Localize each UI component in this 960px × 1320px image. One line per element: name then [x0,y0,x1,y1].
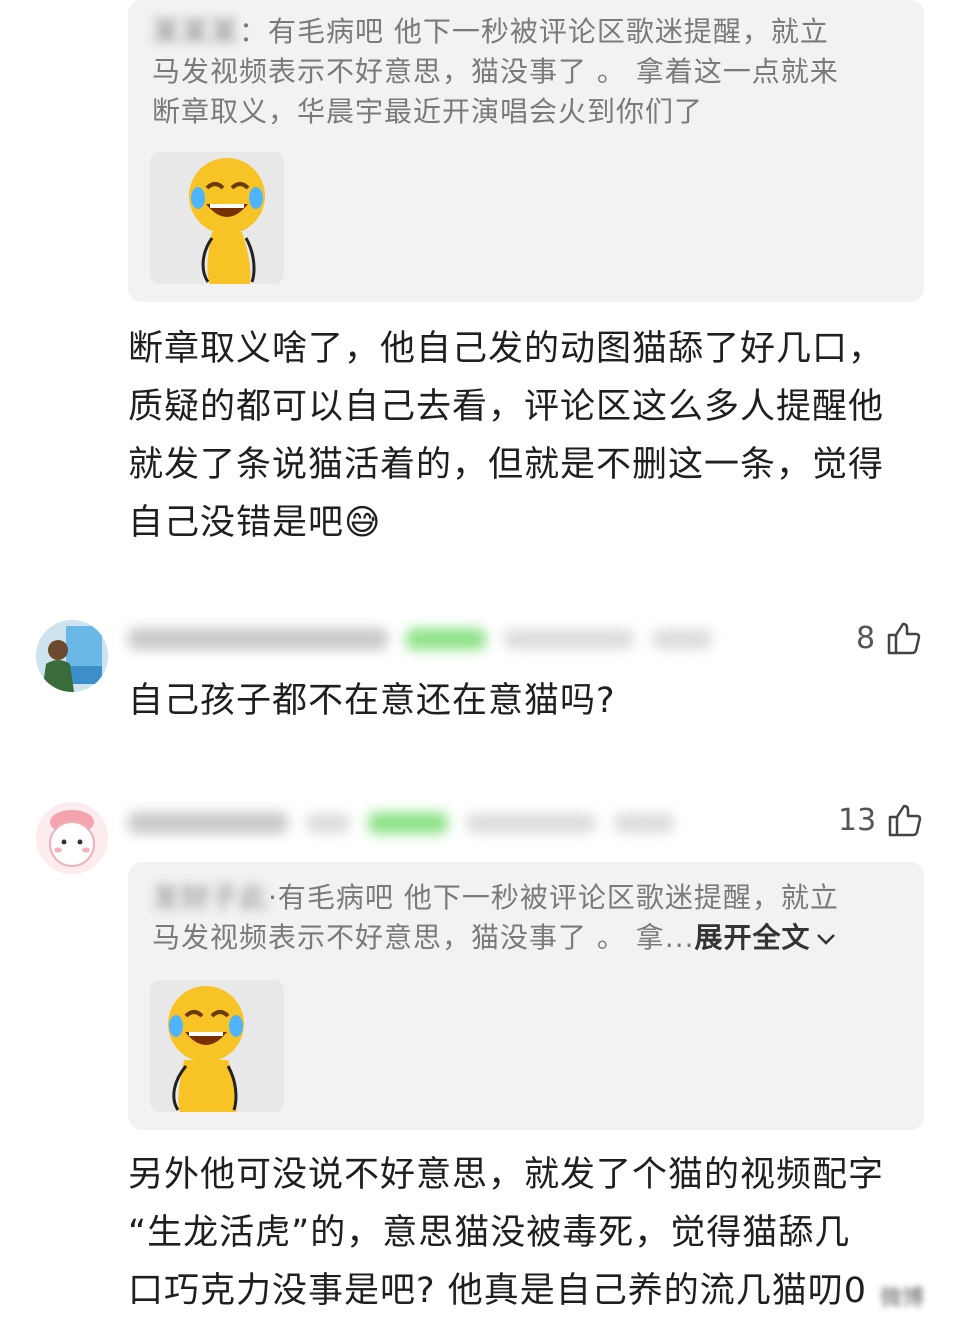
quote-text: 发财子此·有毛病吧 他下一秒被评论区歌迷提醒，就立 马发视频表示不好意思，猫没事… [152,881,839,954]
quote-text: 某某某：有毛病吧 他下一秒被评论区歌迷提醒，就立 马发视频表示不好意思，猫没事了… [152,12,912,132]
comment-line-1: 断章取义啥了，他自己发的动图猫舔了好几口， [128,329,885,369]
location [652,629,712,649]
like-button[interactable]: 8 [856,620,921,656]
quote-author: 发财子此 [152,881,269,914]
like-count: 13 [838,802,877,838]
laughing-tears-sticker-icon [168,986,244,1112]
user-badge [368,812,448,834]
chevron-down-icon [816,934,835,945]
like-button[interactable]: 13 [838,802,922,838]
laughing-tears-sticker-icon [189,158,265,284]
username-row[interactable] [128,812,674,834]
comment-body: 自己孩子都不在意还在意猫吗? [128,681,616,721]
quote-author: 某某某 [152,15,240,48]
avatar[interactable] [36,620,108,692]
thumbs-up-icon [887,622,921,655]
quote-box[interactable]: 发财子此·有毛病吧 他下一秒被评论区歌迷提醒，就立 马发视频表示不好意思，猫没事… [128,862,924,1130]
comment-line-4: 自己没错是吧 [128,503,345,543]
user-badge [406,628,486,650]
quote-line-1: 有毛病吧 他下一秒被评论区歌迷提醒，就立 [277,881,839,914]
quote-line-1: 有毛病吧 他下一秒被评论区歌迷提醒，就立 [268,15,829,48]
comment-line-1: 另外他可没说不好意思，就发了个猫的视频配字 [128,1155,885,1195]
comment-line-3: 就发了条说猫活着的，但就是不删这一条，觉得 [128,445,885,485]
quote-line-2: 马发视频表示不好意思，猫没事了 。 拿着这一点就来 [152,55,839,88]
comment-body: 断章取义啥了，他自己发的动图猫舔了好几口， 质疑的都可以自己去看，评论区这么多人… [128,320,928,552]
watermark: 微博 [880,1286,925,1311]
user-tag [306,813,350,833]
quote-line-2: 马发视频表示不好意思，猫没事了 。 拿... [152,921,695,954]
avatar-photo-icon [36,620,108,692]
comment-line-2: “生龙活虎”的，意思猫没被毒死，觉得猫舔几 [128,1213,851,1253]
thumbs-up-icon [888,804,922,837]
like-count: 8 [856,620,876,656]
username-row[interactable] [128,628,712,650]
comment-line-2: 质疑的都可以自己去看，评论区这么多人提醒他 [128,387,885,427]
comment-line-3: 口巧克力没事是吧? 他真是自己养的流几猫叨0 [128,1271,867,1311]
sweat-smile-emoji: 😅 [344,503,382,543]
timestamp [466,813,596,833]
username[interactable] [128,812,288,834]
expand-full-text-link[interactable]: 展开全文 [695,921,837,954]
avatar[interactable] [36,802,108,874]
username[interactable] [128,628,388,650]
sticker-image[interactable] [150,980,284,1112]
timestamp [504,629,634,649]
quote-line-3: 断章取义，华晨宇最近开演唱会火到你们了 [152,95,704,128]
quote-box[interactable]: 某某某：有毛病吧 他下一秒被评论区歌迷提醒，就立 马发视频表示不好意思，猫没事了… [128,0,924,302]
sticker-image[interactable] [150,152,284,284]
comment-body: 另外他可没说不好意思，就发了个猫的视频配字 “生龙活虎”的，意思猫没被毒死，觉得… [128,1146,928,1320]
expand-label: 展开全文 [694,921,811,954]
location [614,813,674,833]
avatar-cartoon-icon [36,802,108,874]
